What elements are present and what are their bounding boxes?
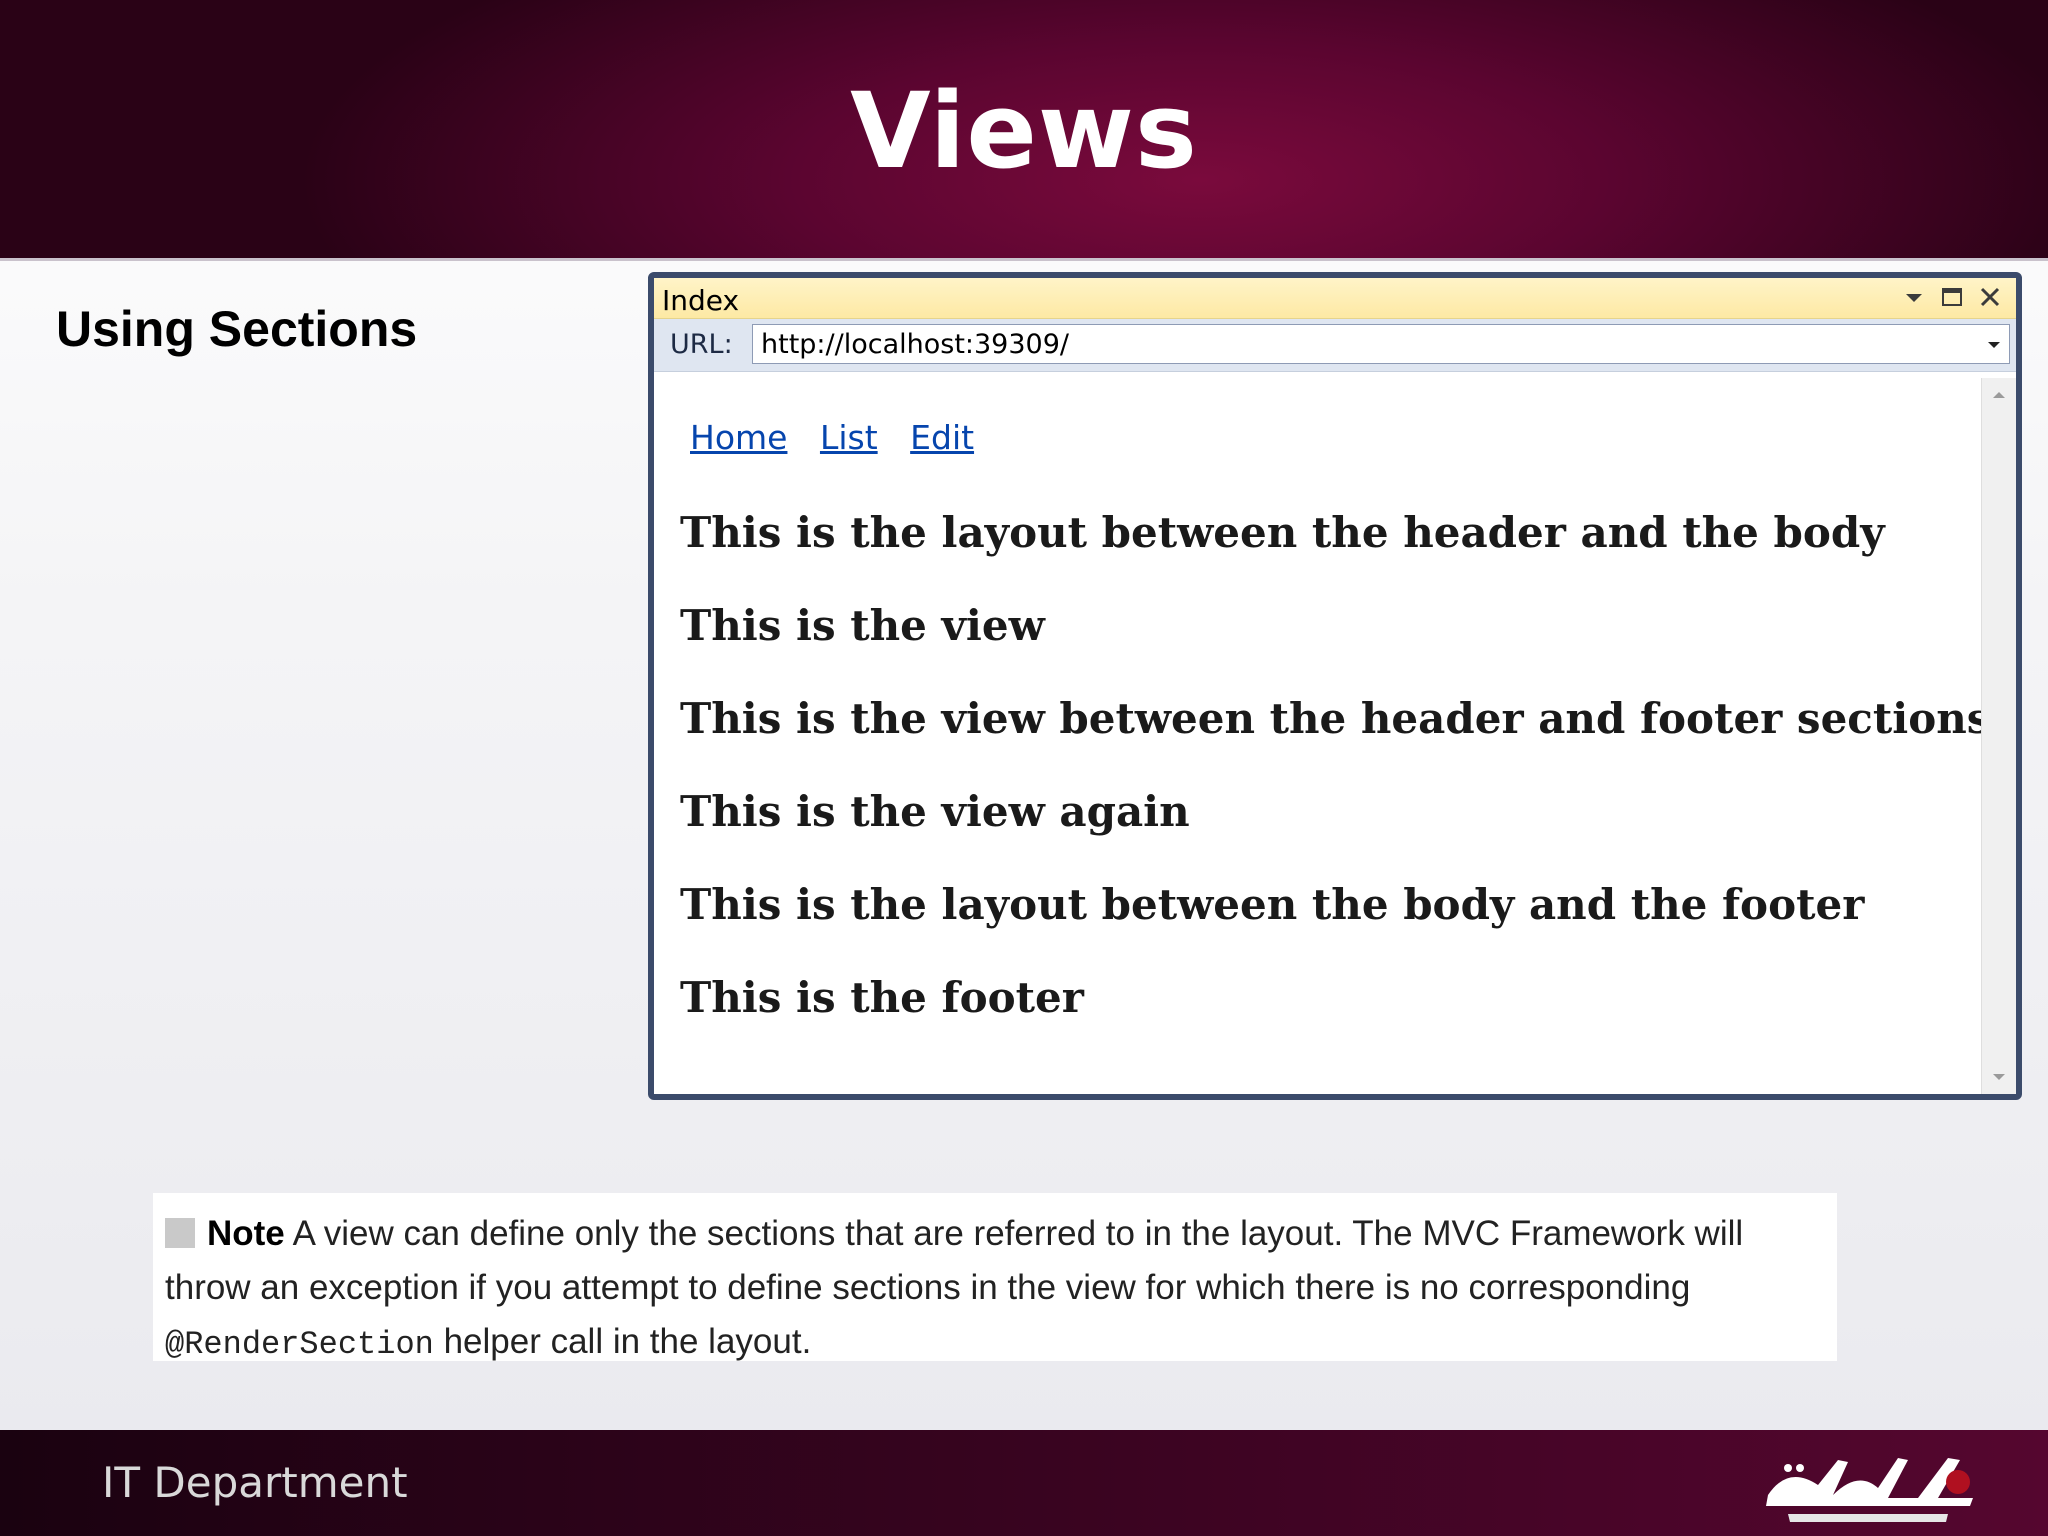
dropdown-arrow-icon[interactable]	[1900, 282, 1928, 312]
url-label: URL:	[670, 329, 733, 360]
note-code: @RenderSection	[165, 1326, 434, 1363]
close-icon[interactable]	[1976, 282, 2004, 312]
content-line: This is the layout between the body and …	[680, 880, 1865, 929]
logo	[1766, 1458, 1973, 1522]
footer-department: IT Department	[102, 1458, 408, 1507]
content-line: This is the footer	[680, 973, 1084, 1022]
maximize-icon[interactable]	[1938, 282, 1966, 312]
url-bar: URL: http://localhost:39309/	[654, 319, 2016, 372]
url-value: http://localhost:39309/	[761, 329, 1069, 360]
browser-window: Index URL: http://localhost:39309/ Home …	[648, 272, 2022, 1100]
nav-link-edit[interactable]: Edit	[910, 418, 974, 457]
note-square-icon	[165, 1218, 195, 1248]
content-lines: This is the layout between the header an…	[680, 508, 1990, 1066]
content-line: This is the view again	[680, 787, 1190, 836]
note-box: Note A view can define only the sections…	[153, 1193, 1837, 1363]
page-content: Home List Edit This is the layout betwee…	[654, 378, 1990, 1094]
scroll-down-icon[interactable]	[1990, 1070, 2008, 1084]
url-input[interactable]: http://localhost:39309/	[752, 324, 2010, 364]
content-line: This is the view	[680, 601, 1045, 650]
nav-link-list[interactable]: List	[820, 418, 878, 457]
note-label: Note	[207, 1214, 285, 1253]
content-line: This is the view between the header and …	[680, 694, 1991, 743]
slide-header: Views	[0, 0, 2048, 261]
url-dropdown-icon[interactable]	[1983, 333, 2005, 355]
vertical-scrollbar[interactable]	[1981, 378, 2016, 1094]
note-text-2: helper call in the layout.	[433, 1322, 812, 1361]
slide-footer: IT Department	[0, 1430, 2048, 1536]
nav-link-home[interactable]: Home	[690, 418, 787, 457]
content-line: This is the layout between the header an…	[680, 508, 1885, 557]
note-text-1: A view can define only the sections that…	[165, 1214, 1744, 1307]
slide-title: Views	[850, 70, 1198, 192]
scroll-up-icon[interactable]	[1990, 388, 2008, 402]
nav-links: Home List Edit	[690, 418, 996, 457]
window-titlebar[interactable]: Index	[654, 278, 2016, 319]
window-title: Index	[662, 284, 740, 317]
slide-subtitle: Using Sections	[56, 301, 418, 357]
